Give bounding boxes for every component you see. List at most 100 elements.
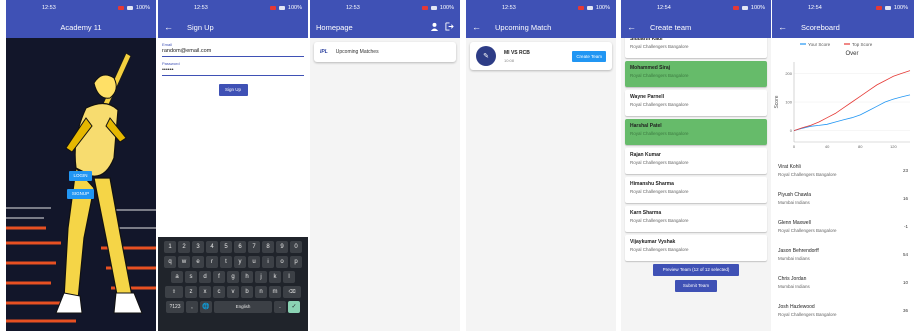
page-title: Create team xyxy=(650,22,692,32)
login-button[interactable]: LOGIN xyxy=(69,171,92,181)
player-card[interactable]: Harshal Patel Royal Challengers Bangalore xyxy=(625,119,767,145)
keyboard-key[interactable]: 9 xyxy=(276,241,288,253)
keyboard-key[interactable]: h xyxy=(241,271,253,283)
keyboard-key[interactable]: w xyxy=(178,256,190,268)
back-arrow-icon[interactable]: ← xyxy=(164,22,173,32)
password-field[interactable]: Password •••••• xyxy=(162,61,304,76)
keyboard-key[interactable]: l xyxy=(283,271,295,283)
keyboard-key[interactable]: ✓ xyxy=(288,301,300,313)
keyboard-key[interactable]: 0 xyxy=(290,241,302,253)
player-team: Royal Challengers Bangalore xyxy=(778,171,837,177)
player-name: Jason Behrendorff xyxy=(778,247,819,254)
keyboard-key[interactable]: v xyxy=(227,286,239,298)
submit-team-button[interactable]: Submit Team xyxy=(675,280,717,292)
keyboard-key[interactable]: q xyxy=(164,256,176,268)
keyboard-key[interactable]: 7 xyxy=(248,241,260,253)
keyboard-key[interactable]: 4 xyxy=(206,241,218,253)
soft-keyboard: 1234567890 qwertyuiop asdfghjkl ⇧ z x c v b n m… xyxy=(158,237,308,331)
player-card[interactable]: Mohammed Siraj Royal Challengers Bangalor… xyxy=(625,61,767,87)
academy-screen: 12:53 100% Academy 11 LOGIN SIGNUP xyxy=(6,0,156,331)
keyboard-key[interactable]: u xyxy=(248,256,260,268)
keyboard-key[interactable]: g xyxy=(227,271,239,283)
keyboard-key[interactable]: s xyxy=(185,271,197,283)
keyboard-key[interactable]: k xyxy=(269,271,281,283)
back-arrow-icon[interactable]: ← xyxy=(778,22,787,32)
email-value[interactable]: random@email.com xyxy=(162,48,304,54)
page-title: Scoreboard xyxy=(801,22,840,32)
keyboard-key[interactable]: y xyxy=(234,256,246,268)
keyboard-key[interactable]: m xyxy=(269,286,281,298)
keyboard-key[interactable]: f xyxy=(213,271,225,283)
email-field[interactable]: Email random@email.com xyxy=(162,42,304,57)
wifi-icon xyxy=(741,6,748,10)
player-score: -1 xyxy=(903,223,908,229)
keyboard-key[interactable]: English xyxy=(214,301,272,313)
player-score: 36 xyxy=(902,307,908,313)
keyboard-key[interactable]: c xyxy=(213,286,225,298)
keyboard-key[interactable]: . xyxy=(274,301,286,313)
keyboard-key[interactable]: 8 xyxy=(262,241,274,253)
upcoming-matches-card[interactable]: IPL Upcoming Matches xyxy=(314,42,456,62)
app-title: Academy 11 xyxy=(60,22,102,32)
logout-icon[interactable] xyxy=(445,21,454,33)
player-score: 54 xyxy=(902,251,908,257)
create-team-button[interactable]: Create Team xyxy=(572,50,606,62)
status-bar: 12:53 100% xyxy=(310,0,460,16)
player-team: Royal Challengers Bangalore xyxy=(630,160,689,165)
password-value[interactable]: •••••• xyxy=(162,67,304,73)
status-time: 12:53 xyxy=(194,5,208,11)
signup-submit-button[interactable]: Sign Up xyxy=(218,84,248,96)
scoreboard-row: Jason Behrendorff Mumbai Indians 54 xyxy=(772,240,914,268)
keyboard-key[interactable]: d xyxy=(199,271,211,283)
keyboard-key[interactable]: n xyxy=(255,286,267,298)
keyboard-key[interactable]: 2 xyxy=(178,241,190,253)
keyboard-key[interactable]: a xyxy=(171,271,183,283)
status-time: 12:53 xyxy=(346,5,360,11)
status-bar: 12:53 100% xyxy=(466,0,616,16)
player-card[interactable]: Rajan Kumar Royal Challengers Bangalore xyxy=(625,148,767,174)
profile-icon[interactable] xyxy=(430,22,439,33)
wifi-icon xyxy=(586,6,593,10)
keyboard-key[interactable]: e xyxy=(192,256,204,268)
keyboard-key[interactable]: 1 xyxy=(164,241,176,253)
keyboard-key[interactable]: , xyxy=(186,301,198,313)
keyboard-key[interactable]: x xyxy=(199,286,211,298)
keyboard-key[interactable]: i xyxy=(262,256,274,268)
scoreboard-row: Virat Kohli Royal Challengers Bangalore 23 xyxy=(772,156,914,184)
y-axis-label: Score xyxy=(774,95,780,108)
scoreboard-screen: 12:54 100% ← Scoreboard Your Score Top Sc… xyxy=(772,0,914,331)
app-bar: Homepage xyxy=(310,16,460,38)
player-card[interactable]: Karn Sharma Royal Challengers Bangalore xyxy=(625,206,767,232)
back-arrow-icon[interactable]: ← xyxy=(627,22,636,32)
keyboard-key[interactable]: 🌐 xyxy=(200,301,212,313)
keyboard-key[interactable]: 5 xyxy=(220,241,232,253)
player-team: Royal Challengers Bangalore xyxy=(630,44,689,49)
player-name: Himanshu Sharma xyxy=(630,181,674,187)
player-name: Josh Hazlewood xyxy=(778,303,815,310)
keyboard-key[interactable]: o xyxy=(276,256,288,268)
keyboard-key[interactable]: ⇧ xyxy=(165,286,183,298)
keyboard-key[interactable]: 3 xyxy=(192,241,204,253)
keyboard-key[interactable]: p xyxy=(290,256,302,268)
signup-button[interactable]: SIGNUP xyxy=(67,189,94,199)
player-name: Mohammed Siraj xyxy=(630,65,671,71)
keyboard-key[interactable]: ⌫ xyxy=(283,286,301,298)
keyboard-key[interactable]: t xyxy=(220,256,232,268)
player-card[interactable]: Vijaykumar Vyshak Royal Challengers Banga… xyxy=(625,235,767,261)
scoreboard-row: Glenn Maxwell Royal Challengers Bangalore… xyxy=(772,212,914,240)
keyboard-key[interactable]: r xyxy=(206,256,218,268)
keyboard-key[interactable]: ?123 xyxy=(166,301,184,313)
status-time: 12:53 xyxy=(502,5,516,11)
battery-level: 100% xyxy=(287,5,302,11)
keyboard-key[interactable]: 6 xyxy=(234,241,246,253)
back-arrow-icon[interactable]: ← xyxy=(472,22,481,32)
keyboard-key[interactable]: b xyxy=(241,286,253,298)
player-team: Mumbai Indians xyxy=(778,199,810,205)
keyboard-key[interactable]: j xyxy=(255,271,267,283)
keyboard-key[interactable]: z xyxy=(185,286,197,298)
player-team: Royal Challengers Bangalore xyxy=(630,131,689,136)
x-tick-label: 120 xyxy=(890,144,897,149)
player-card[interactable]: Wayne Parnell Royal Challengers Bangalore xyxy=(625,90,767,116)
preview-team-button[interactable]: Preview Team (12 of 12 selected) xyxy=(653,264,739,276)
player-card[interactable]: Himanshu Sharma Royal Challengers Bangalo… xyxy=(625,177,767,203)
